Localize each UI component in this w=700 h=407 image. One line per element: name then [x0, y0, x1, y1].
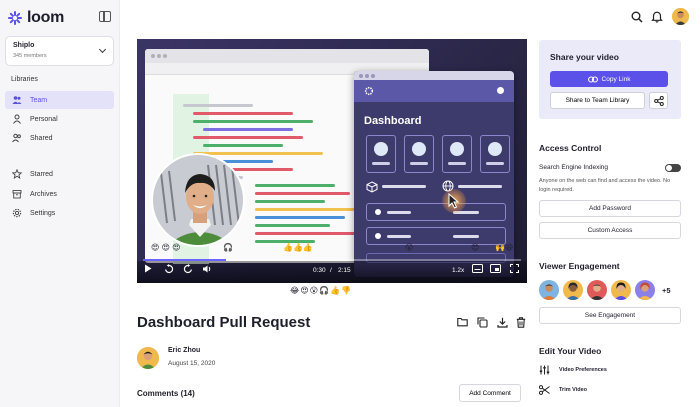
video-date: August 15, 2020	[168, 360, 216, 367]
access-control-heading: Access Control	[539, 143, 602, 153]
reaction-emojis-right: 😍	[471, 243, 480, 252]
video-player[interactable]: Dashboard 😍 😍 😍 🎧 👍👍👍 😮 😍 🙌😆 0:30 / 2:15…	[137, 39, 527, 283]
sidebar-item-label: Personal	[30, 115, 58, 123]
duplicate-icon[interactable]	[476, 316, 488, 328]
rewind-icon[interactable]	[164, 264, 174, 276]
user-avatar[interactable]	[672, 8, 689, 25]
sliders-icon	[539, 365, 550, 375]
sidebar-item-label: Team	[30, 96, 48, 104]
sidebar-item-settings[interactable]: Settings	[5, 204, 114, 222]
author-name[interactable]: Eric Zhou	[168, 347, 200, 354]
viewer-avatar[interactable]	[611, 280, 631, 300]
play-icon[interactable]	[144, 264, 152, 275]
thumbs-emojis: 👍👍👍	[283, 243, 313, 252]
reaction-emojis-left: 😍 😍 😍	[151, 243, 181, 252]
fullscreen-icon[interactable]	[509, 263, 520, 275]
more-viewers-count: +5	[662, 286, 671, 295]
current-time: 0:30	[313, 267, 326, 274]
search-indexing-toggle[interactable]	[665, 164, 681, 172]
chevron-down-icon	[98, 45, 107, 54]
loom-logo[interactable]: loom	[8, 9, 64, 27]
sidebar-item-label: Shared	[30, 134, 53, 142]
sidebar: loom Shiplo 345 members Libraries Team P…	[0, 0, 120, 407]
dashboard-mockup: Dashboard	[354, 71, 514, 277]
viewer-avatar[interactable]	[539, 280, 559, 300]
reaction-bar[interactable]: 😂😍😮🎧👍👎	[290, 286, 352, 295]
video-preferences-label: Video Preferences	[559, 367, 607, 373]
indexing-description: Anyone on the web can find and access th…	[539, 178, 671, 193]
forward-icon[interactable]	[183, 264, 193, 276]
sidebar-item-shared[interactable]: Shared	[5, 129, 114, 147]
star-icon	[12, 169, 22, 179]
volume-icon[interactable]	[202, 264, 212, 276]
comments-heading: Comments (14)	[137, 389, 195, 398]
share-title: Share your video	[550, 52, 619, 62]
workspace-name: Shiplo	[13, 42, 35, 49]
viewer-avatar[interactable]	[563, 280, 583, 300]
edit-video-heading: Edit Your Video	[539, 346, 602, 356]
captions-icon[interactable]	[472, 264, 483, 275]
viewer-avatar[interactable]	[587, 280, 607, 300]
author-avatar[interactable]	[137, 347, 159, 369]
cursor-icon	[448, 193, 460, 209]
duration: 2:15	[338, 267, 351, 274]
see-engagement-button[interactable]: See Engagement	[539, 307, 681, 324]
team-icon	[12, 95, 22, 105]
scissors-icon	[539, 385, 550, 395]
viewer-avatar[interactable]	[635, 280, 655, 300]
reaction-emojis-right-2: 🙌😆	[495, 243, 514, 252]
collapse-sidebar-icon[interactable]	[99, 11, 111, 22]
add-password-button[interactable]: Add Password	[539, 200, 681, 217]
share-to-team-library-button[interactable]: Share to Team Library	[550, 92, 645, 109]
search-icon[interactable]	[630, 10, 644, 24]
video-preferences-item[interactable]: Video Preferences	[539, 365, 607, 375]
pip-icon[interactable]	[490, 264, 501, 275]
bell-icon[interactable]	[650, 10, 664, 24]
person-icon	[12, 114, 22, 124]
playback-speed[interactable]: 1.2x	[452, 267, 464, 274]
archive-icon	[12, 189, 22, 199]
sidebar-item-label: Archives	[30, 190, 57, 198]
player-controls	[137, 261, 527, 283]
copy-link-label: Copy Link	[601, 75, 631, 83]
sidebar-item-personal[interactable]: Personal	[5, 110, 114, 128]
time-separator: /	[330, 267, 332, 274]
download-icon[interactable]	[496, 316, 508, 328]
folder-icon[interactable]	[456, 316, 468, 328]
workspace-members: 345 members	[13, 53, 47, 59]
video-title: Dashboard Pull Request	[137, 314, 311, 331]
libraries-label: Libraries	[11, 76, 38, 83]
loom-logo-icon	[8, 11, 22, 25]
sidebar-item-archives[interactable]: Archives	[5, 185, 114, 203]
add-comment-button[interactable]: Add Comment	[459, 384, 521, 402]
sidebar-item-starred[interactable]: Starred	[5, 165, 114, 183]
app-name: loom	[27, 9, 65, 26]
webcam-bubble[interactable]	[151, 153, 245, 247]
headphones-emoji: 🎧	[223, 243, 233, 252]
surprised-emoji: 😮	[405, 243, 414, 252]
viewer-engagement-heading: Viewer Engagement	[539, 261, 620, 271]
gear-icon	[364, 86, 374, 96]
share-panel: Share your video Copy Link Share to Team…	[539, 40, 681, 119]
custom-access-button[interactable]: Custom Access	[539, 222, 681, 239]
link-icon	[587, 75, 598, 83]
copy-link-button[interactable]: Copy Link	[550, 71, 668, 87]
shared-icon	[12, 133, 22, 143]
share-icon[interactable]	[649, 92, 668, 109]
sidebar-item-label: Settings	[30, 209, 56, 217]
trash-icon[interactable]	[515, 316, 527, 328]
workspace-switcher[interactable]: Shiplo 345 members	[5, 36, 114, 66]
sidebar-item-team[interactable]: Team	[5, 91, 114, 109]
gear-icon	[12, 208, 22, 218]
trim-video-item[interactable]: Trim Video	[539, 385, 587, 395]
search-engine-indexing-label: Search Engine Indexing	[539, 164, 609, 171]
trim-video-label: Trim Video	[559, 387, 588, 393]
dashboard-title: Dashboard	[364, 115, 422, 127]
progress-bar[interactable]	[143, 259, 521, 261]
sidebar-item-label: Starred	[30, 170, 53, 178]
